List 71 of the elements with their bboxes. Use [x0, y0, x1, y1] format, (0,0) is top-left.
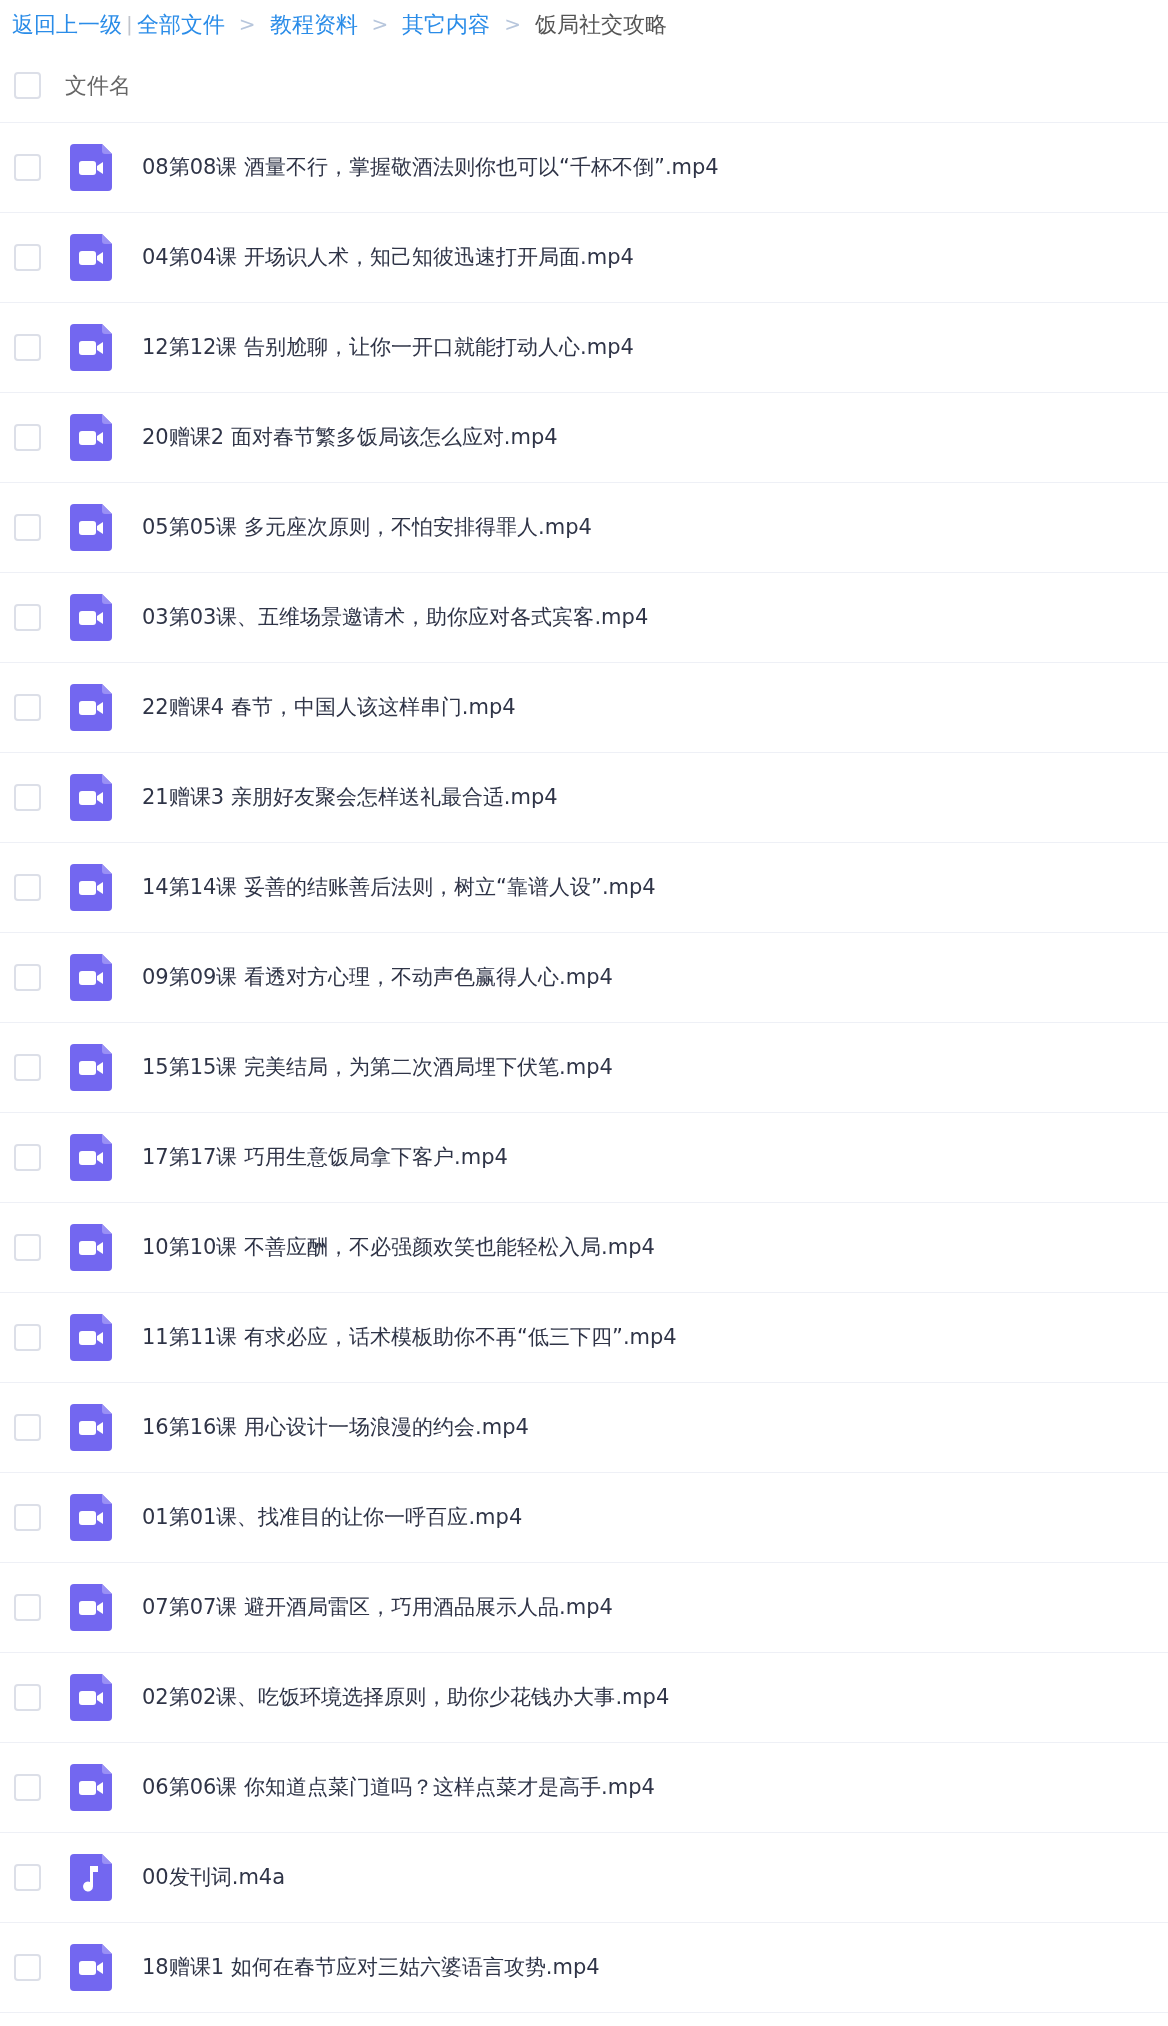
checkbox[interactable] [14, 1414, 41, 1441]
file-name[interactable]: 05第05课 多元座次原则，不怕安排得罪人.mp4 [142, 511, 592, 544]
checkbox[interactable] [14, 694, 41, 721]
video-file-icon [70, 1764, 112, 1811]
checkbox[interactable] [14, 1954, 41, 1981]
file-name[interactable]: 01第01课、找准目的让你一呼百应.mp4 [142, 1501, 523, 1534]
checkbox[interactable] [14, 1594, 41, 1621]
video-file-icon [70, 1584, 112, 1631]
video-file-icon [70, 144, 112, 191]
checkbox[interactable] [14, 964, 41, 991]
checkbox[interactable] [14, 334, 41, 361]
file-name[interactable]: 04第04课 开场识人术，知己知彼迅速打开局面.mp4 [142, 241, 634, 274]
column-header: 文件名 [65, 71, 131, 100]
video-file-icon [70, 864, 112, 911]
video-file-icon [70, 1134, 112, 1181]
file-name[interactable]: 07第07课 避开酒局雷区，巧用酒品展示人品.mp4 [142, 1591, 613, 1624]
checkbox[interactable] [14, 1864, 41, 1891]
breadcrumb-separator: > [504, 11, 522, 38]
checkbox[interactable] [14, 244, 41, 271]
checkbox[interactable] [14, 1144, 41, 1171]
file-name[interactable]: 03第03课、五维场景邀请术，助你应对各式宾客.mp4 [142, 601, 649, 634]
file-name[interactable]: 06第06课 你知道点菜门道吗？这样点菜才是高手.mp4 [142, 1771, 655, 1804]
checkbox[interactable] [14, 1324, 41, 1351]
video-file-icon [70, 1224, 112, 1271]
checkbox[interactable] [14, 1054, 41, 1081]
file-name[interactable]: 17第17课 巧用生意饭局拿下客户.mp4 [142, 1141, 508, 1174]
checkbox[interactable] [14, 424, 41, 451]
breadcrumb-separator: > [238, 11, 256, 38]
audio-file-icon [70, 1854, 112, 1901]
checkbox[interactable] [14, 1504, 41, 1531]
file-name[interactable]: 08第08课 酒量不行，掌握敬酒法则你也可以“千杯不倒”.mp4 [142, 151, 719, 184]
video-file-icon [70, 1944, 112, 1991]
video-file-icon [70, 774, 112, 821]
file-name[interactable]: 16第16课 用心设计一场浪漫的约会.mp4 [142, 1411, 529, 1444]
checkbox[interactable] [14, 154, 41, 181]
breadcrumb-current: 饭局社交攻略 [535, 10, 668, 39]
video-file-icon [70, 504, 112, 551]
video-file-icon [70, 1314, 112, 1361]
checkbox[interactable] [14, 1774, 41, 1801]
checkbox[interactable] [14, 1234, 41, 1261]
file-name[interactable]: 10第10课 不善应酬，不必强颜欢笑也能轻松入局.mp4 [142, 1231, 655, 1264]
video-file-icon [70, 1404, 112, 1451]
breadcrumb-divider: | [126, 11, 133, 38]
video-file-icon [70, 324, 112, 371]
file-name[interactable]: 14第14课 妥善的结账善后法则，树立“靠谱人设”.mp4 [142, 871, 656, 904]
checkbox[interactable] [14, 514, 41, 541]
file-name[interactable]: 20赠课2 面对春节繁多饭局该怎么应对.mp4 [142, 421, 558, 454]
video-file-icon [70, 1674, 112, 1721]
file-name[interactable]: 11第11课 有求必应，话术模板助你不再“低三下四”.mp4 [142, 1321, 677, 1354]
breadcrumb-link[interactable]: 教程资料 [269, 7, 358, 41]
checkbox[interactable] [14, 874, 41, 901]
checkbox[interactable] [14, 604, 41, 631]
video-file-icon [70, 594, 112, 641]
file-name[interactable]: 02第02课、吃饭环境选择原则，助你少花钱办大事.mp4 [142, 1681, 670, 1714]
file-name[interactable]: 22赠课4 春节，中国人该这样串门.mp4 [142, 691, 516, 724]
file-name[interactable]: 21赠课3 亲朋好友聚会怎样送礼最合适.mp4 [142, 781, 558, 814]
video-file-icon [70, 234, 112, 281]
video-file-icon [70, 954, 112, 1001]
checkbox[interactable] [14, 1684, 41, 1711]
breadcrumb-separator: > [371, 11, 389, 38]
video-file-icon [70, 1494, 112, 1541]
file-name[interactable]: 00发刊词.m4a [142, 1861, 286, 1894]
video-file-icon [70, 684, 112, 731]
file-name[interactable]: 18赠课1 如何在春节应对三姑六婆语言攻势.mp4 [142, 1951, 600, 1984]
file-name[interactable]: 12第12课 告别尬聊，让你一开口就能打动人心.mp4 [142, 331, 634, 364]
checkbox[interactable] [14, 71, 41, 99]
video-file-icon [70, 414, 112, 461]
file-name[interactable]: 09第09课 看透对方心理，不动声色赢得人心.mp4 [142, 961, 613, 994]
file-name[interactable]: 15第15课 完美结局，为第二次酒局埋下伏笔.mp4 [142, 1051, 613, 1084]
checkbox[interactable] [14, 784, 41, 811]
video-file-icon [70, 1044, 112, 1091]
